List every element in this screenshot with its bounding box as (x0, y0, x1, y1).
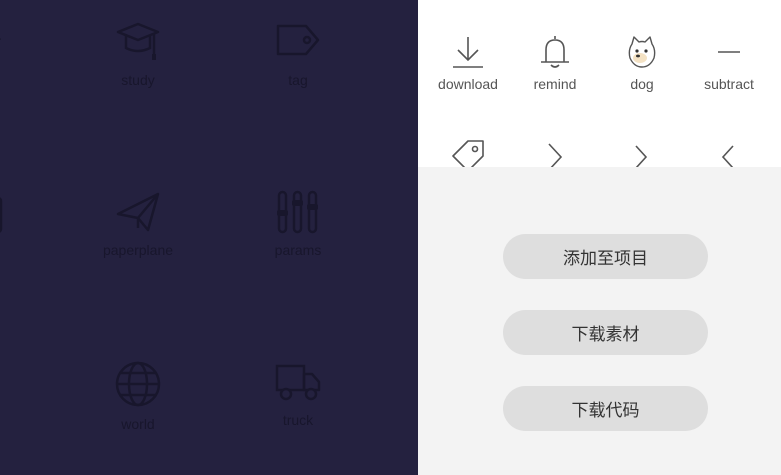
download-asset-button[interactable]: 下载素材 (503, 310, 708, 355)
library-label: paperplane (102, 242, 174, 258)
dog-icon (628, 36, 656, 68)
library-label: truck (282, 412, 314, 428)
minus-icon (718, 51, 740, 53)
partial-icon (0, 376, 4, 396)
chevron-right-icon[interactable] (632, 142, 650, 167)
library-label: world (121, 416, 155, 432)
paperplane-icon (116, 192, 160, 232)
bell-icon (541, 36, 569, 68)
truck-icon (275, 364, 321, 401)
icon-item-subtract[interactable]: subtract (684, 34, 774, 92)
world-icon (115, 361, 161, 407)
library-label: study (121, 72, 155, 88)
icon-item-remind[interactable]: remind (510, 34, 600, 92)
icon-label: remind (533, 76, 577, 92)
icon-item-dog[interactable]: dog (597, 34, 687, 92)
chevron-left-icon[interactable] (719, 142, 737, 167)
add-to-project-button[interactable]: 添加至项目 (503, 234, 708, 279)
icon-detail-panel: download remind dog subtract 添加至项目 下载素材 … (418, 0, 781, 475)
chevron-right-icon[interactable] (545, 140, 565, 167)
library-label: params (274, 242, 322, 258)
icon-grid: download remind dog subtract (418, 0, 781, 167)
icon-library-background: study tag paperplane params world truck (0, 0, 418, 475)
download-icon (453, 37, 483, 68)
icon-item-download[interactable]: download (423, 34, 513, 92)
library-item-study[interactable]: study (88, 20, 188, 88)
icon-label: dog (630, 76, 654, 92)
library-item-paperplane[interactable]: paperplane (88, 190, 188, 258)
library-item-world[interactable]: world (88, 360, 188, 432)
download-code-button[interactable]: 下载代码 (503, 386, 708, 431)
library-item-truck[interactable]: truck (248, 360, 348, 428)
icon-label: download (438, 76, 498, 92)
params-icon (277, 190, 318, 234)
library-item-params[interactable]: params (248, 190, 348, 258)
graduation-cap-icon (116, 22, 160, 60)
library-item-tag[interactable]: tag (248, 20, 348, 88)
partial-icon (0, 197, 3, 233)
icon-label: subtract (704, 76, 754, 92)
tag-icon (276, 24, 320, 56)
partial-icon (0, 37, 1, 40)
tag-icon[interactable] (450, 138, 486, 167)
library-label: tag (288, 72, 308, 88)
